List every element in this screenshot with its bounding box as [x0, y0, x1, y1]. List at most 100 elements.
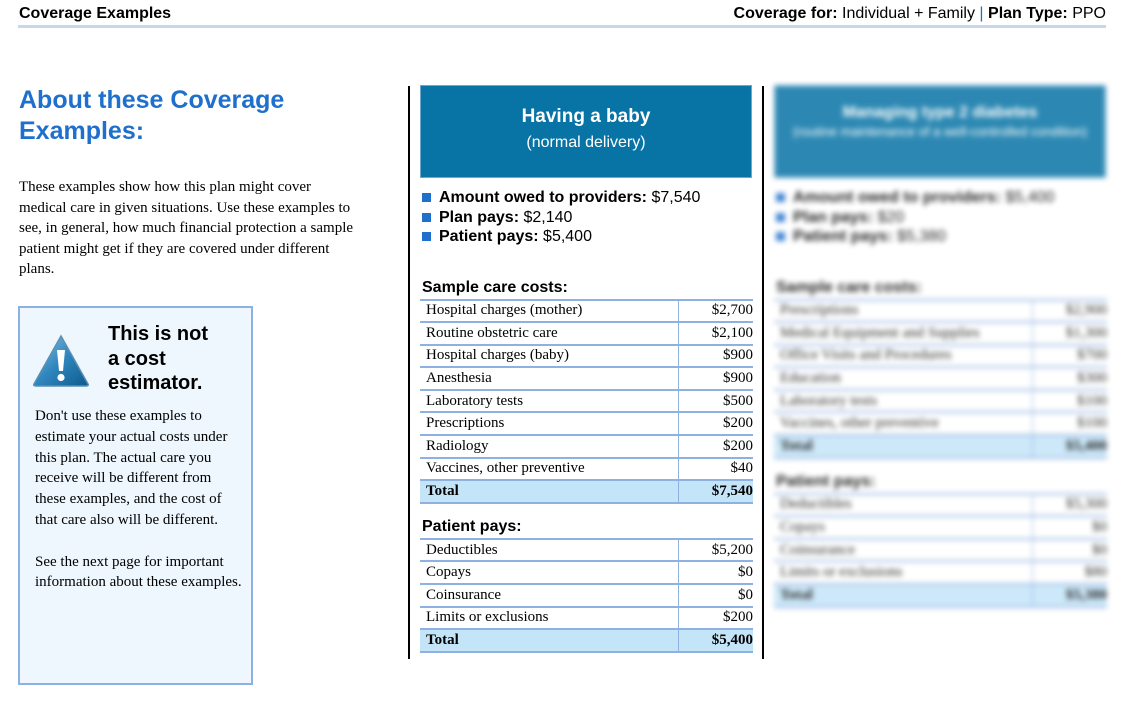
sample-costs-table: Prescriptions $2,900 Medical Equipment and…: [774, 298, 1107, 459]
sample-costs-title: Sample care costs:: [422, 278, 568, 296]
warning-paragraph: See the next page for important informat…: [35, 553, 242, 591]
table-row: Laboratory tests $100: [774, 388, 1107, 413]
cost-amount: $0: [1031, 537, 1107, 562]
cost-amount: $900: [677, 343, 753, 368]
plan-type-value: PPO: [1072, 5, 1106, 22]
cost-amount: $0: [677, 560, 753, 585]
cost-amount: $5,400: [1031, 434, 1107, 459]
cost-item: Anesthesia: [420, 366, 678, 390]
page-title: Coverage Examples: [19, 5, 172, 22]
warning-title: This is not a cost estimator.: [108, 323, 208, 394]
example-subtitle: (normal delivery): [526, 134, 646, 151]
cost-amount: $5,400: [677, 628, 753, 653]
table-row: Vaccines, other preventive $100: [774, 411, 1107, 436]
cost-item: Deductibles: [774, 492, 1032, 517]
cost-amount: $5,380: [1031, 583, 1107, 608]
table-row: Prescriptions $2,900: [774, 298, 1107, 323]
cost-item: Medical Equipment and Supplies: [774, 321, 1032, 345]
total-row: Total $7,540: [420, 479, 753, 504]
column-divider: [408, 86, 410, 659]
cost-item: Copays: [774, 515, 1032, 539]
cost-amount: $200: [677, 605, 753, 630]
column-divider: [762, 86, 764, 659]
cost-item: Laboratory tests: [774, 388, 1032, 413]
cost-item: Radiology: [420, 434, 678, 458]
summary-item: Amount owed to providers: $5,400: [774, 188, 1107, 208]
cost-amount: $100: [1031, 411, 1107, 436]
summary-value: $5,400: [538, 228, 592, 245]
example-header: Managing type 2 diabetes (routine mainte…: [774, 85, 1106, 178]
cost-amount: $80: [1031, 560, 1107, 585]
summary-value: $5,380: [892, 228, 946, 245]
summary-item: Patient pays: $5,400: [420, 227, 753, 247]
table-row: Deductibles $5,300: [774, 492, 1107, 517]
cost-item: Routine obstetric care: [420, 321, 678, 345]
cost-amount: $0: [1031, 515, 1107, 539]
table-row: Hospital charges (baby) $900: [420, 343, 753, 368]
table-row: Coinsurance $0: [420, 583, 753, 607]
cost-item: Limits or exclusions: [420, 605, 678, 630]
patient-pays-title: Patient pays:: [422, 517, 522, 535]
cost-item: Total: [420, 628, 678, 653]
cost-item: Total: [420, 479, 678, 504]
table-row: Medical Equipment and Supplies $1,300: [774, 321, 1107, 345]
about-title: About these Coverage Examples:: [19, 86, 285, 145]
example-header: Having a baby (normal delivery): [420, 85, 752, 178]
cost-amount: $7,540: [677, 479, 753, 504]
summary-item: Plan pays: $2,140: [420, 208, 753, 228]
cost-item: Laboratory tests: [420, 388, 678, 413]
example-summary: Amount owed to providers: $5,400 Plan pay…: [774, 188, 1107, 247]
cost-amount: $1,300: [1031, 321, 1107, 345]
patient-pays-table: Deductibles $5,300 Copays $0 Coinsurance $0 Li…: [774, 492, 1107, 608]
cost-item: Prescriptions: [774, 298, 1032, 323]
summary-value: $20: [873, 208, 905, 226]
header-separator: |: [979, 5, 984, 22]
warning-paragraph: Don't use these examples to estimate you…: [35, 408, 228, 528]
summary-label: Patient pays:: [793, 228, 893, 245]
coverage-example: Managing type 2 diabetes (routine mainte…: [774, 85, 1107, 608]
cost-amount: $700: [1031, 343, 1107, 368]
cost-amount: $200: [677, 434, 753, 458]
cost-amount: $0: [677, 583, 753, 607]
warning-text: Don't use these examples to estimate you…: [35, 406, 245, 593]
example-title: Managing type 2 diabetes: [842, 104, 1038, 121]
cost-item: Vaccines, other preventive: [420, 456, 678, 481]
page-header: Coverage Examples Coverage for: Individu…: [18, 0, 1106, 28]
summary-label: Plan pays:: [439, 208, 520, 226]
cost-amount: $2,100: [677, 321, 753, 345]
cost-item: Coinsurance: [774, 537, 1032, 562]
cost-amount: $5,200: [677, 537, 753, 562]
table-row: Office Visits and Procedures $700: [774, 343, 1107, 368]
table-row: Routine obstetric care $2,100: [420, 321, 753, 345]
table-row: Copays $0: [420, 560, 753, 585]
summary-item: Patient pays: $5,380: [774, 227, 1107, 247]
cost-amount: $200: [677, 411, 753, 436]
cost-amount: $100: [1031, 388, 1107, 413]
warning-box: This is not a cost estimator. Don't use …: [18, 306, 253, 685]
summary-item: Amount owed to providers: $7,540: [420, 188, 753, 208]
example-subtitle: (routine maintenance of a well-controlle…: [792, 124, 1088, 139]
cost-item: Prescriptions: [420, 411, 678, 436]
cost-item: Office Visits and Procedures: [774, 343, 1032, 368]
patient-pays-title: Patient pays:: [776, 472, 876, 490]
summary-value: $5,400: [1001, 189, 1055, 206]
sample-costs-title: Sample care costs:: [776, 278, 922, 296]
table-row: Prescriptions $200: [420, 411, 753, 436]
cost-item: Copays: [420, 560, 678, 585]
about-body: These examples show how this plan might …: [19, 179, 354, 278]
cost-item: Education: [774, 366, 1032, 390]
summary-item: Plan pays: $20: [774, 208, 1107, 228]
table-row: Radiology $200: [420, 434, 753, 458]
cost-amount: $40: [677, 456, 753, 481]
plan-type-label: Plan Type:: [988, 5, 1068, 22]
table-row: Coinsurance $0: [774, 537, 1107, 562]
summary-value: $7,540: [647, 189, 701, 206]
table-row: Hospital charges (mother) $2,700: [420, 298, 753, 323]
patient-pays-table: Deductibles $5,200 Copays $0 Coinsurance $0 Li…: [420, 537, 753, 653]
cost-amount: $500: [677, 388, 753, 413]
cost-amount: $900: [677, 366, 753, 390]
table-row: Deductibles $5,200: [420, 537, 753, 562]
example-summary: Amount owed to providers: $7,540 Plan pay…: [420, 188, 753, 247]
summary-label: Amount owed to providers:: [439, 189, 647, 206]
sample-costs-table: Hospital charges (mother) $2,700 Routine o…: [420, 298, 753, 504]
